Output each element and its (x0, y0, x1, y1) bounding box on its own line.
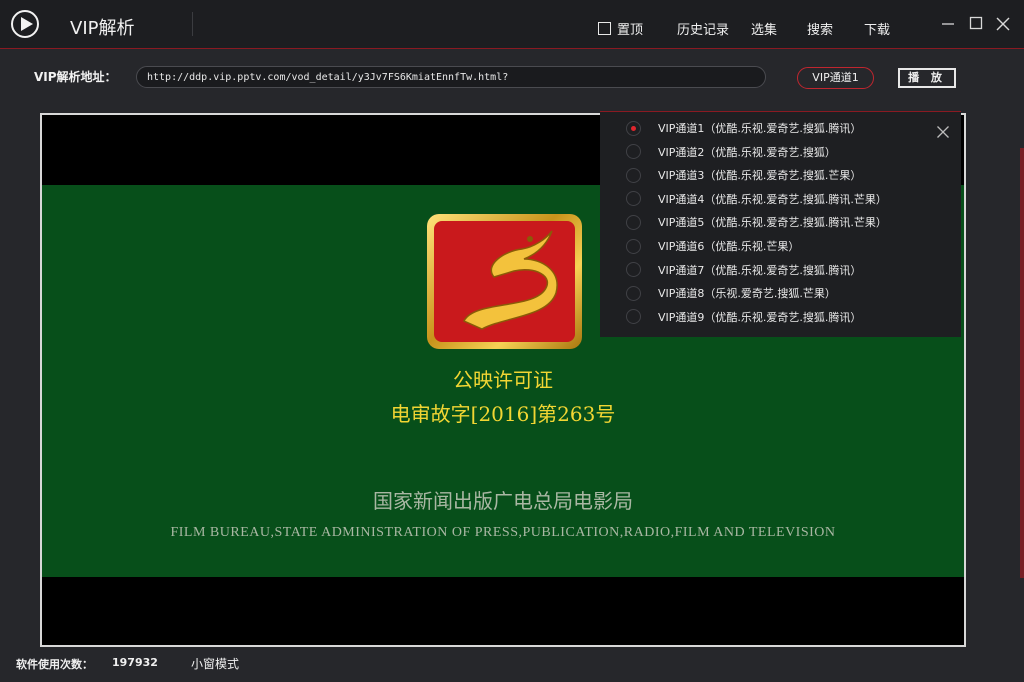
divider (192, 12, 193, 36)
channel-option-label: VIP通道9（优酷.乐视.爱奇艺.搜狐.腾讯） (658, 310, 862, 324)
channel-option[interactable]: VIP通道5（优酷.乐视.爱奇艺.搜狐.腾讯.芒果） (626, 214, 887, 230)
radio-icon[interactable] (626, 144, 641, 160)
usage-label: 软件使用次数： (16, 658, 93, 671)
radio-icon[interactable] (626, 167, 641, 183)
radio-icon[interactable] (626, 309, 641, 325)
pin-label: 置顶 (617, 23, 644, 38)
channel-option-label: VIP通道2（优酷.乐视.爱奇艺.搜狐） (658, 145, 836, 159)
channel-option[interactable]: VIP通道1（优酷.乐视.爱奇艺.搜狐.腾讯） (626, 120, 861, 136)
window-edge (1020, 148, 1024, 578)
channel-option-label: VIP通道8（乐视.爱奇艺.搜狐.芒果） (658, 287, 836, 301)
channel-option[interactable]: VIP通道3（优酷.乐视.爱奇艺.搜狐.芒果） (626, 167, 861, 183)
radio-icon[interactable] (626, 262, 641, 278)
play-logo-icon (11, 10, 39, 38)
bureau-name-cn: 国家新闻出版广电总局电影局 (373, 489, 633, 513)
checkbox-icon[interactable] (598, 22, 611, 35)
download-link[interactable]: 下载 (864, 19, 890, 38)
channel-select-button[interactable]: VIP通道1 (797, 67, 874, 89)
channel-dropdown: VIP通道1（优酷.乐视.爱奇艺.搜狐.腾讯） VIP通道2（优酷.乐视.爱奇艺.… (600, 111, 961, 337)
mini-mode-link[interactable]: 小窗模式 (191, 655, 239, 672)
license-number: 电审故字[2016]第263号 (390, 402, 616, 426)
channel-option[interactable]: VIP通道9（优酷.乐视.爱奇艺.搜狐.腾讯） (626, 309, 861, 325)
channel-option-label: VIP通道1（优酷.乐视.爱奇艺.搜狐.腾讯） (658, 122, 862, 135)
radio-icon[interactable] (626, 191, 641, 207)
close-icon[interactable] (995, 16, 1011, 32)
minimize-icon[interactable] (941, 16, 955, 30)
channel-option-label: VIP通道4（优酷.乐视.爱奇艺.搜狐.腾讯.芒果） (658, 192, 887, 206)
radio-icon[interactable] (626, 214, 641, 230)
radio-icon[interactable] (626, 238, 641, 254)
channel-option-label: VIP通道5（优酷.乐视.爱奇艺.搜狐.腾讯.芒果） (658, 216, 887, 230)
app-title: VIP解析 (70, 18, 135, 39)
radio-icon[interactable] (626, 120, 641, 136)
pin-on-top-toggle[interactable]: 置顶 (598, 19, 643, 38)
channel-option[interactable]: VIP通道8（乐视.爱奇艺.搜狐.芒果） (626, 285, 836, 301)
channel-option[interactable]: VIP通道7（优酷.乐视.爱奇艺.搜狐.腾讯） (626, 262, 861, 278)
usage-count: 197932 (112, 656, 158, 669)
bureau-name-en: FILM BUREAU,STATE ADMINISTRATION OF PRES… (170, 525, 836, 540)
dragon-emblem-logo (427, 214, 582, 349)
channel-option[interactable]: VIP通道4（优酷.乐视.爱奇艺.搜狐.腾讯.芒果） (626, 191, 887, 207)
search-link[interactable]: 搜索 (807, 19, 833, 38)
play-button[interactable]: 播 放 (898, 68, 956, 88)
history-link[interactable]: 历史记录 (677, 19, 729, 38)
channel-option-label: VIP通道7（优酷.乐视.爱奇艺.搜狐.腾讯） (658, 263, 862, 277)
channel-option-label: VIP通道3（优酷.乐视.爱奇艺.搜狐.芒果） (658, 169, 862, 183)
radio-icon[interactable] (626, 285, 641, 301)
title-bar: VIP解析 置顶 历史记录 选集 搜索 下载 (0, 0, 1024, 49)
channel-option[interactable]: VIP通道6（优酷.乐视.芒果） (626, 238, 799, 254)
url-label: VIP解析地址： (34, 70, 117, 84)
license-title: 公映许可证 (453, 368, 553, 392)
channel-option[interactable]: VIP通道2（优酷.乐视.爱奇艺.搜狐） (626, 144, 836, 160)
channel-option-label: VIP通道6（优酷.乐视.芒果） (658, 240, 800, 253)
episodes-link[interactable]: 选集 (751, 19, 777, 38)
maximize-icon[interactable] (969, 16, 983, 30)
close-icon[interactable] (937, 126, 949, 138)
url-input[interactable] (136, 66, 766, 88)
